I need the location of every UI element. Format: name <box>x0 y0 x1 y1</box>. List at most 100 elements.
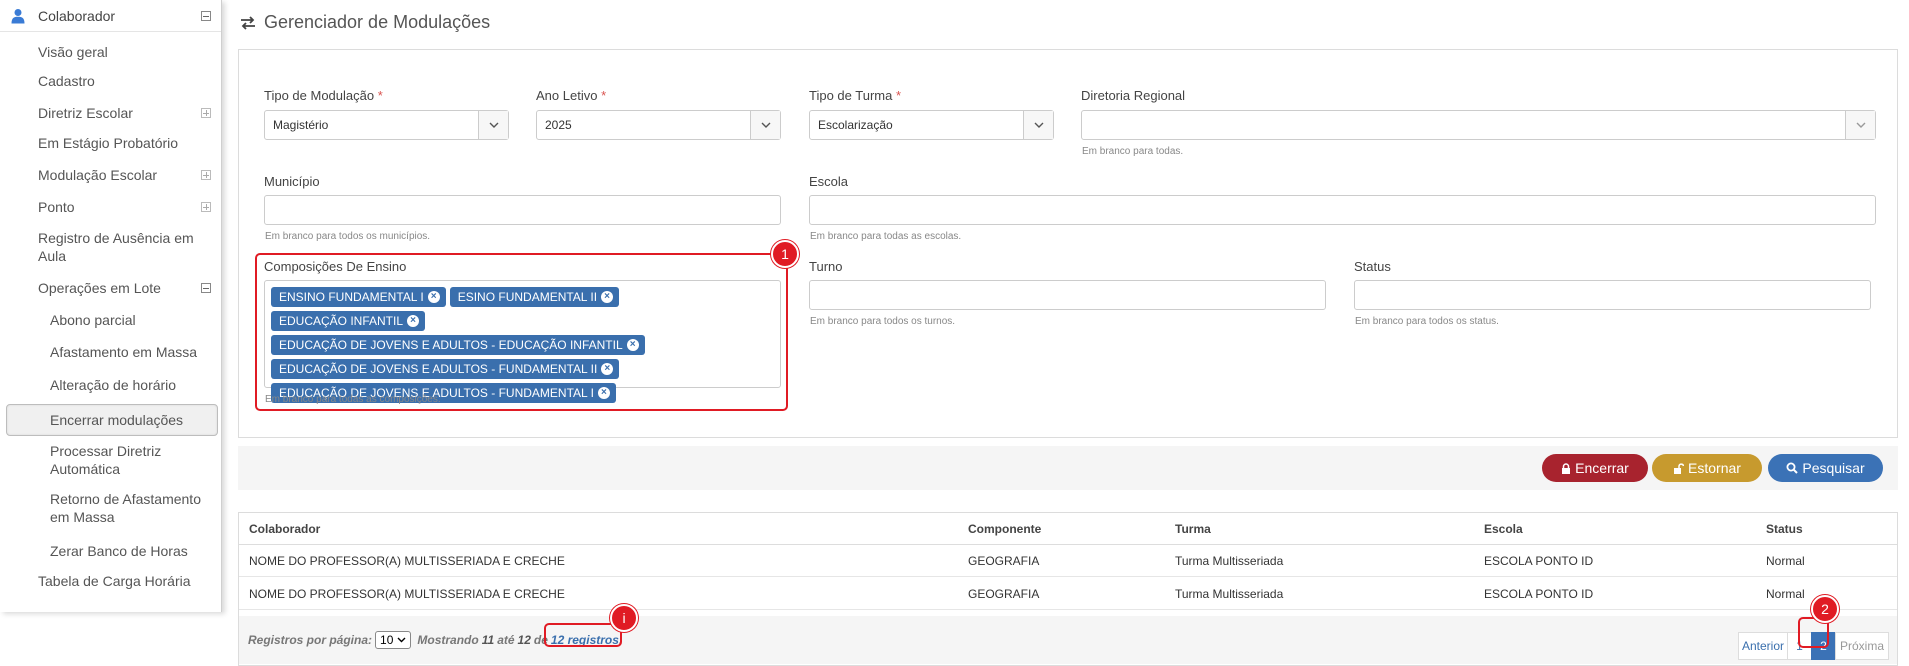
sidebar-item-label: Modulação Escolar <box>38 167 158 183</box>
tipo-turma-label: Tipo de Turma * <box>809 88 902 103</box>
range-to: 12 <box>517 633 531 647</box>
per-page-select[interactable]: 10 <box>375 631 412 649</box>
exchange-icon <box>241 15 255 30</box>
expand-icon[interactable] <box>201 202 211 212</box>
sidebar-item-label: Alteração de horário <box>50 377 177 393</box>
col-status[interactable]: Status <box>1766 513 1803 545</box>
sidebar-item-label: Registro de Ausência em Aula <box>38 230 194 264</box>
sidebar-item-afastamento-massa[interactable]: Afastamento em Massa <box>0 340 221 372</box>
col-componente[interactable]: Componente <box>968 513 1041 545</box>
user-icon <box>11 8 25 23</box>
mostrando-label: Mostrando <box>417 633 479 647</box>
estornar-button[interactable]: Estornar <box>1652 454 1762 482</box>
expand-icon[interactable] <box>201 170 211 180</box>
status-input[interactable] <box>1354 280 1871 310</box>
sidebar-item-label: Operações em Lote <box>38 280 161 296</box>
cell-colaborador: NOME DO PROFESSOR(A) MULTISSERIADA E CRE… <box>249 587 565 601</box>
escola-label: Escola <box>809 174 849 189</box>
step-marker-i: i <box>610 604 638 632</box>
sidebar-item-label: Retorno de Afastamento em Massa <box>50 491 201 525</box>
chevron-down-icon <box>478 111 508 139</box>
unlock-icon <box>1674 463 1685 474</box>
turno-input[interactable] <box>809 280 1326 310</box>
sidebar-item-abono-parcial[interactable]: Abono parcial <box>0 308 221 340</box>
sidebar-header-label: Colaborador <box>38 7 116 24</box>
sidebar-item-alteracao-horario[interactable]: Alteração de horário <box>0 372 221 404</box>
collapse-icon[interactable] <box>201 10 211 21</box>
table-footer: Registros por página: 10 Mostrando 11 at… <box>239 616 1897 664</box>
cell-escola: ESCOLA PONTO ID <box>1484 554 1594 568</box>
sidebar-item-label: Afastamento em Massa <box>50 344 198 360</box>
sidebar-item-zerar-banco-horas[interactable]: Zerar Banco de Horas <box>0 538 221 570</box>
sidebar-item-label: Em Estágio Probatório <box>38 135 179 151</box>
status-help: Em branco para todos os status. <box>1355 316 1499 327</box>
ano-letivo-select[interactable]: 2025 <box>536 110 781 140</box>
diretoria-label: Diretoria Regional <box>1081 88 1186 103</box>
encerrar-button[interactable]: Encerrar <box>1542 454 1648 482</box>
sidebar-item-encerrar-modulacoes[interactable]: Encerrar modulações <box>6 404 218 436</box>
status-label: Status <box>1354 259 1391 274</box>
per-page-label: Registros por página: <box>248 633 373 647</box>
tipo-turma-select[interactable]: Escolarização <box>809 110 1054 140</box>
sidebar-item-diretriz-escolar[interactable]: Diretriz Escolar <box>0 98 221 130</box>
sidebar-item-label: Encerrar modulações <box>50 412 184 428</box>
lock-icon <box>1562 462 1571 474</box>
col-colaborador[interactable]: Colaborador <box>249 513 320 545</box>
cell-turma: Turma Multisseriada <box>1175 587 1284 601</box>
table-row[interactable]: NOME DO PROFESSOR(A) MULTISSERIADA E CRE… <box>239 545 1897 577</box>
sidebar-item-retorno-afastamento[interactable]: Retorno de Afastamento em Massa <box>0 488 221 538</box>
tipo-modulacao-label: Tipo de Modulação * <box>264 88 383 103</box>
turno-label: Turno <box>809 259 843 274</box>
table-header: Colaborador Componente Turma Escola Stat… <box>239 513 1897 545</box>
sidebar-item-modulacao-escolar[interactable]: Modulação Escolar <box>0 162 221 194</box>
cell-status: Normal <box>1766 554 1805 568</box>
cell-componente: GEOGRAFIA <box>968 554 1040 568</box>
sidebar-item-ponto[interactable]: Ponto <box>0 194 221 226</box>
chevron-down-icon <box>397 637 406 643</box>
escola-input[interactable] <box>809 195 1876 225</box>
sidebar-item-estagio-probatorio[interactable]: Em Estágio Probatório <box>0 130 221 162</box>
prev-page-button[interactable]: Anterior <box>1738 632 1788 660</box>
page-title: Gerenciador de Modulações <box>240 12 490 33</box>
sidebar-item-operacoes-lote[interactable]: Operações em Lote <box>0 276 221 308</box>
sidebar-item-label: Abono parcial <box>50 312 136 328</box>
sidebar-item-registro-ausencia[interactable]: Registro de Ausência em Aula <box>0 226 221 276</box>
step-marker-1: 1 <box>771 240 799 268</box>
cell-colaborador: NOME DO PROFESSOR(A) MULTISSERIADA E CRE… <box>249 554 565 568</box>
sidebar-item-label: Tabela de Carga Horária <box>38 573 191 589</box>
sidebar-item-label: Zerar Banco de Horas <box>50 543 188 559</box>
municipio-help: Em branco para todos os municípios. <box>265 231 431 242</box>
composicoes-highlight <box>255 253 788 411</box>
sidebar-header[interactable]: Colaborador <box>0 0 221 32</box>
cell-escola: ESCOLA PONTO ID <box>1484 587 1594 601</box>
tipo-modulacao-select[interactable]: Magistério <box>264 110 509 140</box>
cell-status: Normal <box>1766 587 1805 601</box>
ano-letivo-value: 2025 <box>545 118 572 132</box>
municipio-label: Município <box>264 174 320 189</box>
tipo-modulacao-value: Magistério <box>273 118 329 132</box>
sidebar-item-cadastro[interactable]: Cadastro <box>0 72 221 98</box>
municipio-input[interactable] <box>264 195 781 225</box>
sidebar-item-tabela-carga-horaria[interactable]: Tabela de Carga Horária <box>0 570 221 598</box>
ano-letivo-label: Ano Letivo * <box>536 88 607 103</box>
sidebar-item-processar-diretriz[interactable]: Processar Diretriz Automática <box>0 436 221 488</box>
next-page-button[interactable]: Próxima <box>1835 632 1889 660</box>
sidebar-item-label: Processar Diretriz Automática <box>50 443 162 477</box>
collapse-icon[interactable] <box>201 283 211 293</box>
sidebar-item-label: Ponto <box>38 199 75 215</box>
diretoria-select[interactable] <box>1081 110 1876 140</box>
sidebar-item-visao-geral[interactable]: Visão geral <box>0 40 221 72</box>
search-icon <box>1786 462 1799 474</box>
escola-help: Em branco para todas as escolas. <box>810 231 962 242</box>
expand-icon[interactable] <box>201 108 211 118</box>
results-table: Colaborador Componente Turma Escola Stat… <box>238 512 1898 666</box>
sidebar-menu: Visão geral Cadastro Diretriz Escolar Em… <box>0 32 221 598</box>
pesquisar-button[interactable]: Pesquisar <box>1768 454 1883 482</box>
table-row[interactable]: NOME DO PROFESSOR(A) MULTISSERIADA E CRE… <box>239 578 1897 610</box>
step-marker-2: 2 <box>1811 595 1839 623</box>
col-turma[interactable]: Turma <box>1175 513 1211 545</box>
range-from: 11 <box>481 633 495 647</box>
col-escola[interactable]: Escola <box>1484 513 1523 545</box>
page-title-text: Gerenciador de Modulações <box>264 12 491 32</box>
diretoria-help: Em branco para todas. <box>1082 146 1184 157</box>
